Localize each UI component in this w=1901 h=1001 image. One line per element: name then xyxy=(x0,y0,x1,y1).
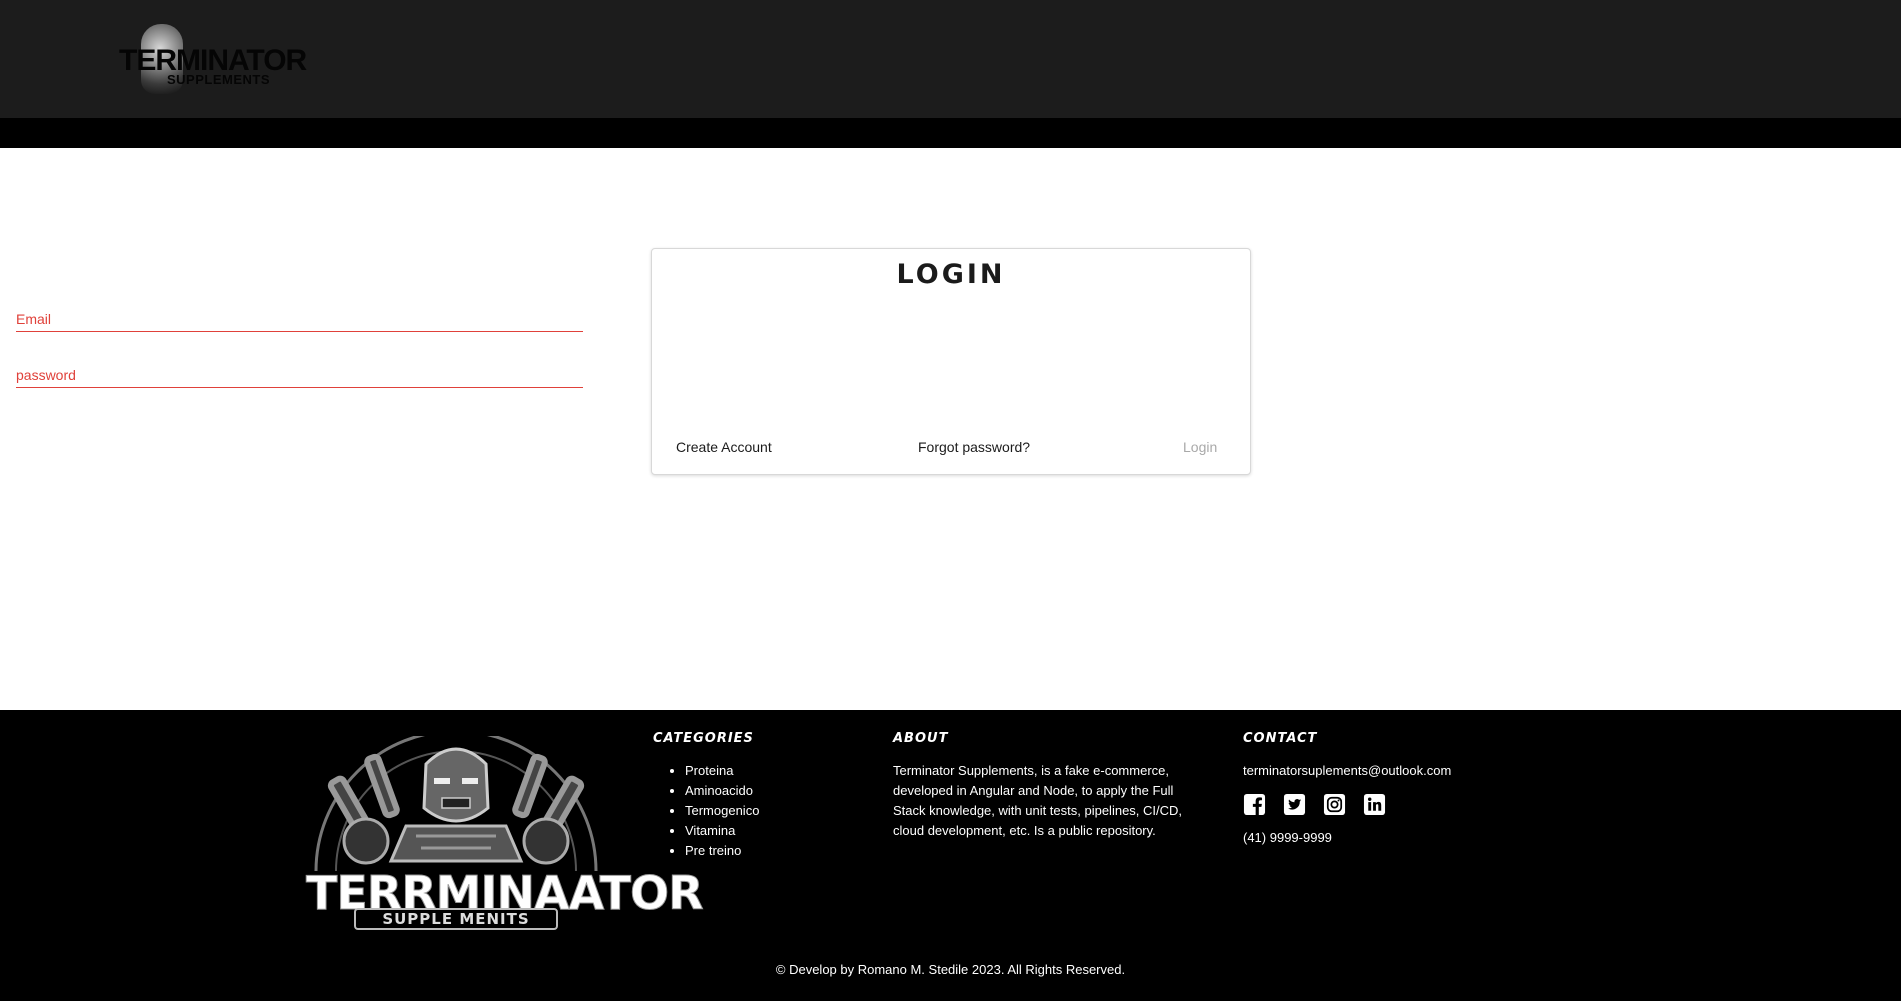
category-item[interactable]: Termogenico xyxy=(685,801,759,821)
instagram-icon[interactable] xyxy=(1323,793,1346,816)
contact-heading: CONTACT xyxy=(1243,731,1318,746)
footer xyxy=(0,710,1901,1001)
forgot-password-button[interactable]: Forgot password? xyxy=(918,436,1030,458)
login-button[interactable]: Login xyxy=(1183,436,1217,458)
social-links xyxy=(1243,793,1386,816)
category-item[interactable]: Pre treino xyxy=(685,841,759,861)
logo-subtitle: SUPPLEMENTS xyxy=(167,72,271,87)
password-input[interactable] xyxy=(16,358,583,386)
about-text: Terminator Supplements, is a fake e-comm… xyxy=(893,763,1183,838)
category-item[interactable]: Vitamina xyxy=(685,821,759,841)
copyright: © Develop by Romano M. Stedile 2023. All… xyxy=(775,962,1126,977)
login-title: LOGIN xyxy=(896,259,1006,290)
email-field[interactable] xyxy=(16,302,583,332)
robot-emblem-icon xyxy=(314,736,598,871)
footer-logo: TERRMINAATOR SUPPLE MENITS xyxy=(306,736,704,944)
create-account-button[interactable]: Create Account xyxy=(676,436,772,458)
facebook-icon[interactable] xyxy=(1243,793,1266,816)
contact-email[interactable]: terminatorsuplements@outlook.com xyxy=(1243,761,1451,781)
categories-list: Proteina Aminoacido Termogenico Vitamina… xyxy=(668,761,759,861)
password-field[interactable] xyxy=(16,358,583,388)
nav-strip xyxy=(0,118,1901,148)
about-heading: ABOUT xyxy=(893,731,949,746)
linkedin-icon[interactable] xyxy=(1363,793,1386,816)
category-item[interactable]: Proteina xyxy=(685,761,759,781)
header-logo[interactable]: TERMINATOR SUPPLEMENTS xyxy=(117,22,317,98)
footer-logo-subtitle: SUPPLE MENITS xyxy=(354,908,558,930)
twitter-icon[interactable] xyxy=(1283,793,1306,816)
categories-heading: CATEGORIES xyxy=(653,731,754,746)
email-input[interactable] xyxy=(16,302,583,330)
contact-phone: (41) 9999-9999 xyxy=(1243,830,1332,845)
category-item[interactable]: Aminoacido xyxy=(685,781,759,801)
